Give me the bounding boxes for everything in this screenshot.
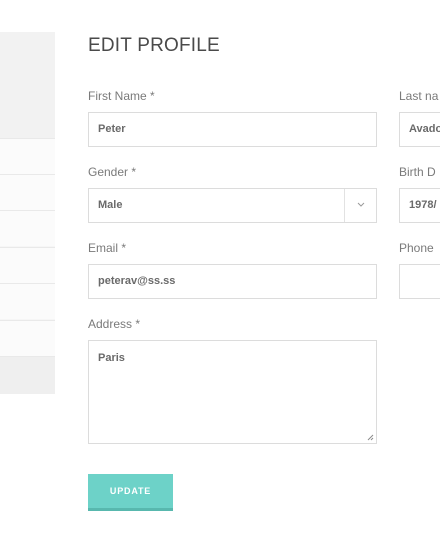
first-name-input[interactable]: Peter (88, 112, 377, 147)
sidebar (0, 32, 55, 394)
email-input[interactable]: peterav@ss.ss (88, 264, 377, 299)
email-label: Email * (88, 241, 127, 255)
sidebar-item[interactable] (0, 247, 55, 283)
address-label: Address * (88, 317, 141, 331)
sidebar-item[interactable] (0, 138, 55, 174)
first-name-label: First Name * (88, 89, 155, 103)
resize-grip-icon[interactable] (367, 434, 374, 441)
phone-input[interactable] (399, 264, 440, 299)
update-button[interactable]: UPDATE (88, 474, 173, 511)
gender-label: Gender * (88, 165, 137, 179)
address-value: Paris (98, 352, 125, 364)
phone-label: Phone (399, 241, 434, 255)
last-name-input[interactable]: Avado (399, 112, 440, 147)
birth-date-input[interactable]: 1978/ (399, 188, 440, 223)
sidebar-footer (0, 356, 55, 394)
sidebar-item[interactable] (0, 320, 55, 356)
sidebar-header (0, 32, 55, 138)
address-textarea[interactable]: Paris (88, 340, 377, 444)
page-title: EDIT PROFILE (88, 35, 220, 56)
select-arrow-button[interactable] (344, 189, 376, 222)
last-name-label: Last na (399, 89, 439, 103)
gender-select[interactable]: Male (88, 188, 377, 223)
birth-date-label: Birth D (399, 165, 436, 179)
gender-selected-value: Male (98, 199, 123, 211)
chevron-down-icon (357, 202, 365, 207)
sidebar-item[interactable] (0, 283, 55, 319)
sidebar-item[interactable] (0, 210, 55, 246)
sidebar-item[interactable] (0, 174, 55, 210)
